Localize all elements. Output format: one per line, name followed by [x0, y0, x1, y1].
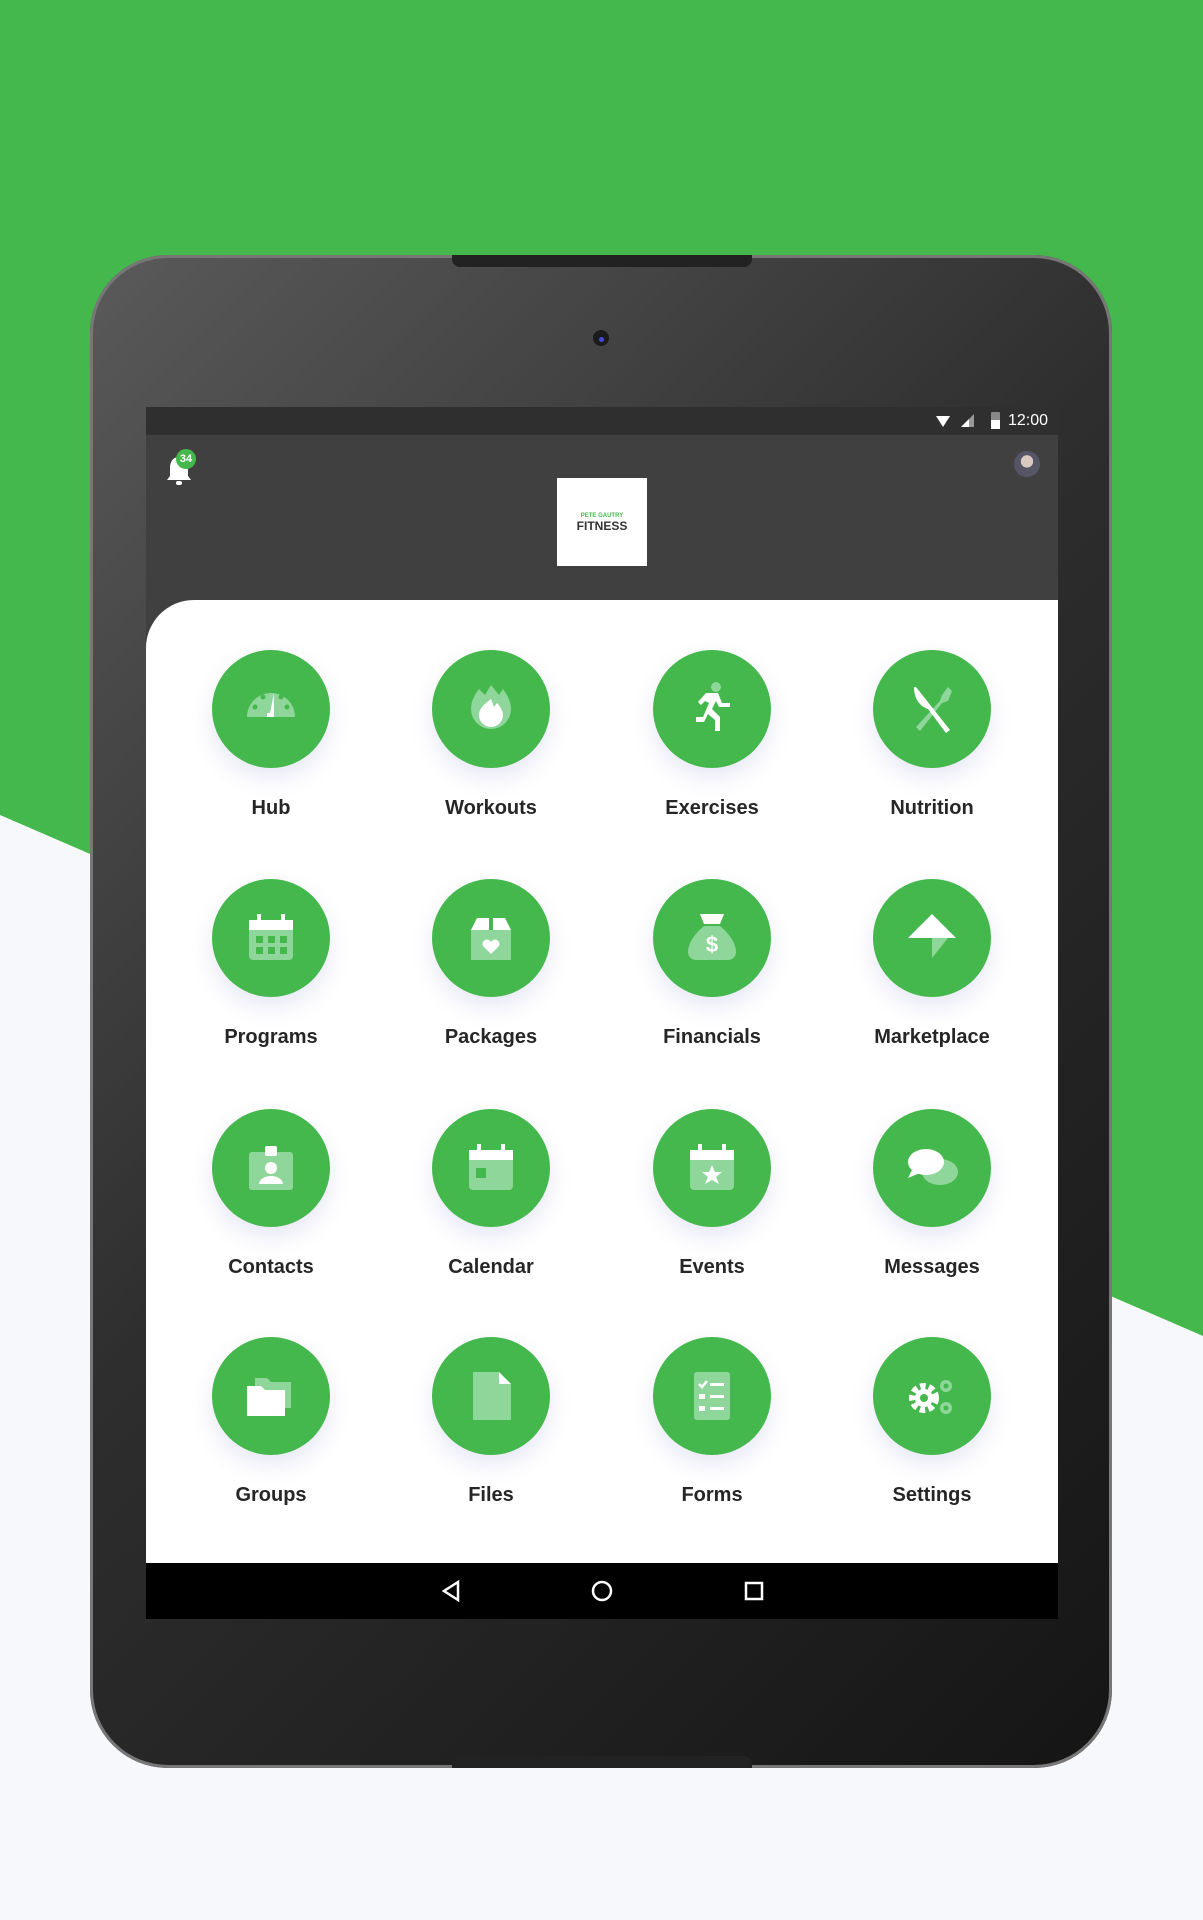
- menu-item-label: Marketplace: [874, 1026, 990, 1048]
- menu-grid: Hub Workouts Exercises Nutrition Programs Pac…: [146, 600, 1058, 1563]
- menu-item-label: Contacts: [228, 1256, 314, 1278]
- menu-item-label: Groups: [235, 1484, 307, 1506]
- menu-icon-circle: [212, 1109, 330, 1227]
- menu-item-label: Workouts: [445, 797, 537, 819]
- menu-item-label: Hub: [251, 797, 291, 819]
- calendar-icon: [469, 1144, 513, 1190]
- status-time: 12:00: [1007, 412, 1048, 429]
- menu-icon-circle: [653, 1337, 771, 1455]
- menu-item-calendar[interactable]: Calendar: [391, 1109, 591, 1279]
- menu-item-label: Forms: [681, 1484, 743, 1506]
- camera-icon: [593, 330, 609, 346]
- utensils-icon: [914, 687, 952, 733]
- menu-icon-circle: [432, 1337, 550, 1455]
- notification-badge: 34: [176, 449, 196, 469]
- menu-item-contacts[interactable]: Contacts: [171, 1109, 371, 1279]
- menu-item-groups[interactable]: Groups: [171, 1337, 371, 1507]
- menu-item-label: Financials: [663, 1026, 761, 1048]
- menu-item-marketplace[interactable]: Marketplace: [832, 879, 1032, 1049]
- menu-item-forms[interactable]: Forms: [612, 1337, 812, 1507]
- app-header: 34 PETE GAUTRY FITNESS: [146, 435, 1058, 600]
- menu-item-workouts[interactable]: Workouts: [391, 650, 591, 820]
- calendar-grid-icon: [249, 914, 293, 960]
- home-icon[interactable]: [590, 1579, 614, 1603]
- gift-box-icon: [471, 918, 511, 960]
- running-icon: [696, 682, 730, 731]
- menu-icon-circle: [653, 1109, 771, 1227]
- contact-card-icon: [249, 1146, 293, 1190]
- marketplace-icon: [908, 914, 956, 958]
- file-icon: [473, 1372, 511, 1420]
- menu-icon-circle: [432, 879, 550, 997]
- menu-item-files[interactable]: Files: [391, 1337, 591, 1507]
- menu-icon-circle: [873, 1109, 991, 1227]
- menu-item-exercises[interactable]: Exercises: [612, 650, 812, 820]
- menu-icon-circle: [873, 650, 991, 768]
- money-bag-icon: $: [688, 914, 736, 960]
- menu-item-packages[interactable]: Packages: [391, 879, 591, 1049]
- back-icon[interactable]: [440, 1579, 462, 1603]
- signal-icon: [961, 414, 974, 427]
- battery-icon: [991, 412, 1000, 429]
- menu-item-label: Messages: [884, 1256, 980, 1278]
- screen: 12:00 34 PETE GAUTRY FITNESS Hub Workouts…: [146, 407, 1058, 1619]
- checklist-icon: [694, 1372, 730, 1420]
- menu-item-hub[interactable]: Hub: [171, 650, 371, 820]
- menu-icon-circle: [432, 1109, 550, 1227]
- menu-item-settings[interactable]: Settings: [832, 1337, 1032, 1507]
- menu-icon-circle: $: [653, 879, 771, 997]
- menu-icon-circle: [873, 1337, 991, 1455]
- menu-icon-circle: [873, 879, 991, 997]
- dashboard-icon: [247, 693, 295, 717]
- menu-item-label: Exercises: [665, 797, 759, 819]
- svg-text:$: $: [706, 932, 718, 957]
- status-bar: 12:00: [146, 407, 1058, 435]
- menu-item-label: Packages: [444, 1026, 538, 1048]
- menu-icon-circle: [432, 650, 550, 768]
- menu-item-messages[interactable]: Messages: [832, 1109, 1032, 1279]
- recents-icon[interactable]: [743, 1579, 765, 1603]
- menu-item-label: Files: [468, 1484, 514, 1506]
- menu-icon-circle: [212, 650, 330, 768]
- menu-item-programs[interactable]: Programs: [171, 879, 371, 1049]
- menu-item-label: Settings: [892, 1484, 972, 1506]
- avatar[interactable]: [1014, 451, 1040, 477]
- menu-item-label: Calendar: [448, 1256, 534, 1278]
- folders-icon: [247, 1378, 291, 1416]
- gears-icon: [909, 1380, 952, 1414]
- menu-icon-circle: [212, 879, 330, 997]
- menu-item-label: Programs: [224, 1026, 318, 1048]
- wifi-icon: [936, 416, 950, 427]
- calendar-star-icon: [690, 1144, 734, 1190]
- menu-item-nutrition[interactable]: Nutrition: [832, 650, 1032, 820]
- menu-item-label: Events: [679, 1256, 745, 1278]
- brand-logo: PETE GAUTRY FITNESS: [557, 478, 647, 566]
- navigation-bar: [146, 1563, 1058, 1619]
- chat-bubbles-icon: [908, 1149, 958, 1185]
- menu-icon-circle: [653, 650, 771, 768]
- menu-item-label: Nutrition: [890, 797, 974, 819]
- flame-icon: [471, 685, 511, 729]
- menu-icon-circle: [212, 1337, 330, 1455]
- menu-item-financials[interactable]: $ Financials: [612, 879, 812, 1049]
- menu-item-events[interactable]: Events: [612, 1109, 812, 1279]
